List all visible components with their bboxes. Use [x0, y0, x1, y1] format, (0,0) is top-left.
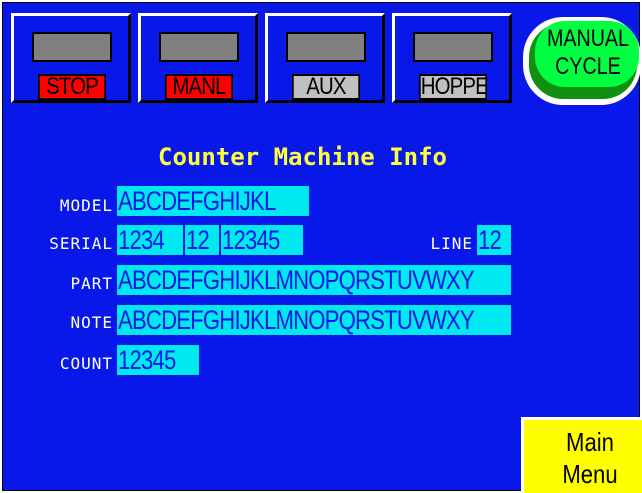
stop-indicator-lamp: [32, 32, 112, 62]
main-menu-button[interactable]: Main Menu: [521, 417, 642, 493]
model-label: MODEL: [59, 196, 113, 215]
serial-field-1[interactable]: 1234: [117, 225, 183, 255]
manual-cycle-label: MANUAL CYCLE: [546, 25, 630, 81]
serial-value-3: 12345: [222, 225, 280, 255]
manual-cycle-line1: MANUAL: [546, 25, 630, 52]
main-menu-line1: Main: [566, 427, 614, 457]
manual-button-label: MANL: [165, 74, 233, 100]
line-label: LINE: [430, 234, 473, 253]
line-value: 12: [478, 225, 502, 255]
line-field[interactable]: 12: [477, 225, 511, 255]
aux-button-label: AUX: [292, 74, 360, 100]
hopper-indicator-lamp: [413, 32, 493, 62]
hmi-screen: STOP MANL AUX HOPPER MANUAL CYCLE Counte…: [0, 0, 642, 493]
stop-button-label: STOP: [38, 74, 106, 100]
manual-cycle-line2: CYCLE: [555, 53, 621, 80]
main-menu-line2: Menu: [562, 459, 618, 489]
part-field[interactable]: ABCDEFGHIJKLMNOPQRSTUVWXY: [117, 265, 511, 295]
serial-value-2: 12: [186, 225, 210, 255]
stop-button[interactable]: STOP: [11, 13, 131, 103]
note-field[interactable]: ABCDEFGHIJKLMNOPQRSTUVWXY: [117, 305, 511, 335]
serial-field-2[interactable]: 12: [185, 225, 219, 255]
count-field: 12345: [117, 345, 199, 375]
manual-cycle-button[interactable]: MANUAL CYCLE: [523, 17, 641, 105]
part-value: ABCDEFGHIJKLMNOPQRSTUVWXY: [118, 265, 475, 295]
count-value: 12345: [118, 345, 176, 375]
manual-indicator-lamp: [159, 32, 239, 62]
serial-label: SERIAL: [49, 234, 113, 253]
page-title: Counter Machine Info: [158, 143, 447, 171]
note-value: ABCDEFGHIJKLMNOPQRSTUVWXY: [118, 305, 475, 335]
model-field[interactable]: ABCDEFGHIJKL: [117, 186, 309, 216]
hopper-button-label: HOPPER: [419, 74, 487, 100]
count-label: COUNT: [59, 354, 113, 373]
serial-field-3[interactable]: 12345: [221, 225, 303, 255]
aux-indicator-lamp: [286, 32, 366, 62]
main-menu-label: Main Menu: [556, 426, 624, 490]
aux-button[interactable]: AUX: [265, 13, 385, 103]
note-label: NOTE: [70, 313, 113, 332]
machine-info-panel: STOP MANL AUX HOPPER MANUAL CYCLE Counte…: [2, 2, 642, 493]
serial-value-1: 1234: [118, 225, 165, 255]
model-value: ABCDEFGHIJKL: [118, 186, 276, 216]
part-label: PART: [70, 274, 113, 293]
manual-button[interactable]: MANL: [138, 13, 258, 103]
hopper-button[interactable]: HOPPER: [392, 13, 512, 103]
